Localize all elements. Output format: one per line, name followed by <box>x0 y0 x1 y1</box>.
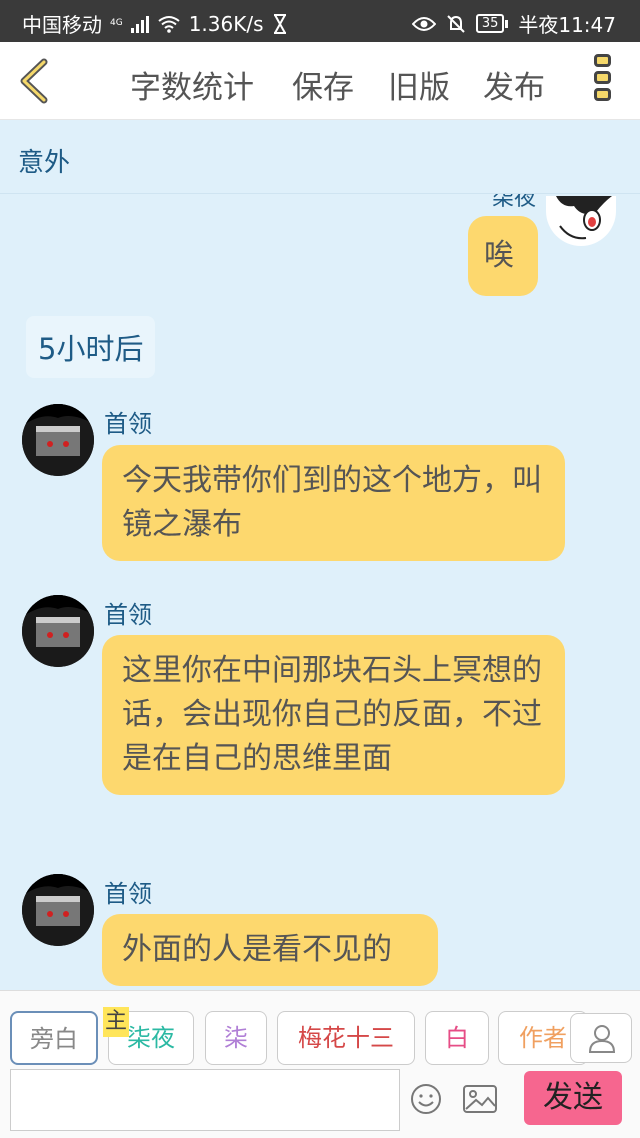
publish-button[interactable]: 发布 <box>483 62 545 107</box>
top-toolbar: 字数统计 保存 旧版 发布 <box>0 42 640 120</box>
more-menu-icon[interactable] <box>594 54 614 106</box>
avatar[interactable] <box>22 404 94 476</box>
composer-panel: 旁白 柒夜 柒 梅花十三 白 作者 主 发送 <box>0 990 640 1138</box>
wifi-icon <box>158 15 180 33</box>
message-bubble: 外面的人是看不见的 <box>102 914 438 986</box>
clock-label: 半夜11:47 <box>518 13 616 37</box>
chat-title-bar: 意外 <box>0 120 640 194</box>
emoji-icon[interactable] <box>410 1083 442 1115</box>
time-divider: 5小时后 <box>26 316 156 378</box>
eye-icon <box>411 16 436 31</box>
avatar[interactable] <box>22 595 94 667</box>
role-selector: 旁白 柒夜 柒 梅花十三 白 作者 <box>0 1011 640 1065</box>
sender-name: 首领 <box>104 880 152 908</box>
role-bai[interactable]: 白 <box>425 1011 489 1065</box>
role-qi[interactable]: 柒 <box>205 1011 267 1065</box>
status-right: 35 半夜11:47 <box>411 9 616 38</box>
message-bubble: 这里你在中间那块石头上冥想的话，会出现你自己的反面，不过是在自己的思维里面 <box>102 635 565 795</box>
word-count-button[interactable]: 字数统计 <box>130 62 254 107</box>
battery-icon: 35 <box>475 14 509 33</box>
chat-area[interactable]: 柒夜 唉 5小时后 首领 今天我带你们到的这个地方，叫镜之瀑布 首领 这里你在中… <box>0 194 640 990</box>
image-icon[interactable] <box>462 1083 498 1115</box>
old-version-button[interactable]: 旧版 <box>388 62 450 107</box>
send-button[interactable]: 发送 <box>524 1071 622 1125</box>
person-icon <box>588 1025 616 1053</box>
message-bubble-right: 唉 <box>468 216 538 296</box>
network-type-label: 4G <box>110 18 123 28</box>
message-input[interactable] <box>10 1069 400 1131</box>
avatar-right[interactable] <box>546 196 616 246</box>
role-narrator[interactable]: 旁白 <box>10 1011 98 1065</box>
signal-icon <box>130 15 149 33</box>
message-bubble: 今天我带你们到的这个地方，叫镜之瀑布 <box>102 445 565 561</box>
save-button[interactable]: 保存 <box>292 62 354 107</box>
right-sender-name: 柒夜 <box>491 194 536 211</box>
carrier-label: 中国移动 <box>22 13 102 37</box>
person-button[interactable] <box>570 1013 632 1063</box>
avatar[interactable] <box>22 874 94 946</box>
main-role-tag: 主 <box>103 1007 130 1037</box>
sender-name: 首领 <box>104 601 152 629</box>
network-speed-label: 1.36K/s <box>188 11 264 36</box>
hourglass-icon <box>273 13 286 34</box>
status-bar: 中国移动 4G 1.36K/s 35 半夜11:47 <box>0 0 640 42</box>
back-arrow-icon[interactable] <box>14 56 54 106</box>
chat-title: 意外 <box>18 148 71 178</box>
sender-name: 首领 <box>104 410 152 438</box>
status-left: 中国移动 4G 1.36K/s <box>22 9 288 38</box>
role-meihua[interactable]: 梅花十三 <box>277 1011 415 1065</box>
battery-level: 35 <box>475 14 505 33</box>
mute-bell-icon <box>447 14 465 33</box>
